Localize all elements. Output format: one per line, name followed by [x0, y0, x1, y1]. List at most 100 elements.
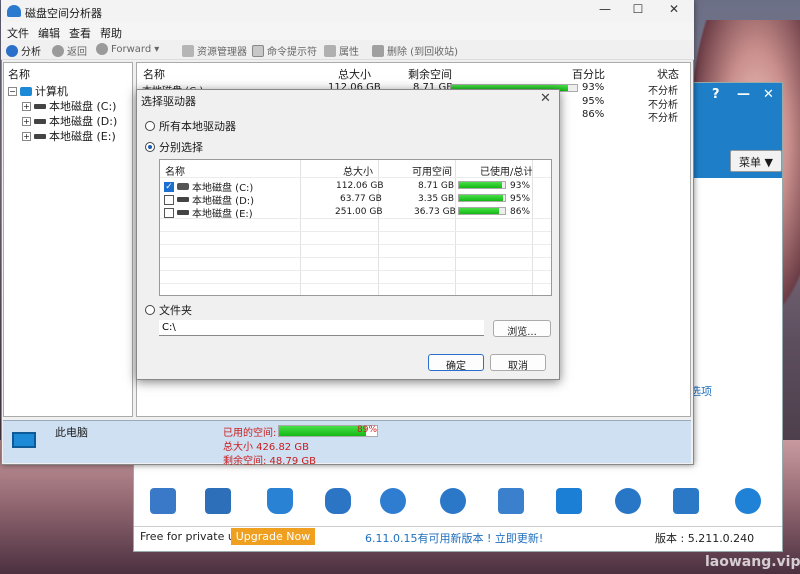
checkbox-checked[interactable]: ✓ — [164, 181, 174, 192]
drive-percent: 93% — [510, 181, 531, 191]
forward-button[interactable]: Forward ▾ — [96, 43, 159, 55]
delete-button[interactable]: 删除 (到回收站) — [372, 43, 458, 58]
row-divider — [160, 270, 551, 271]
monitor-icon — [12, 432, 36, 448]
dcol-used[interactable]: 已使用/总计 — [480, 163, 533, 178]
privacy-icon[interactable] — [325, 488, 351, 514]
title-bar — [1, 0, 694, 22]
back-button[interactable]: 返回 — [52, 43, 87, 58]
drive-name: 本地磁盘 (E:) — [192, 209, 253, 220]
analyze-icon — [6, 44, 18, 57]
drive-icon — [177, 197, 189, 202]
minimize-icon[interactable]: — — [737, 87, 750, 102]
tree-root-label: 计算机 — [35, 85, 68, 98]
analyze-label: 分析 — [21, 47, 41, 58]
drive-used-bar — [458, 207, 506, 215]
update-link[interactable]: 6.11.0.15有可用新版本 ! 立即更新! — [365, 530, 543, 546]
drive-used-bar — [458, 181, 506, 189]
registry-icon[interactable] — [205, 488, 231, 514]
menu-button[interactable]: 菜单 ▼ — [730, 150, 782, 172]
forward-arrow-icon — [96, 43, 108, 55]
tree-item-drive-e[interactable]: + 本地磁盘 (E:) — [22, 128, 116, 144]
maximize-button[interactable]: ☐ — [628, 2, 648, 20]
trash-icon — [372, 44, 384, 57]
menu-file[interactable]: 文件 — [7, 25, 29, 41]
cancel-button[interactable]: 取消 — [490, 354, 546, 372]
radio-circle[interactable] — [145, 305, 155, 315]
radio-all-drives[interactable]: 所有本地驱动器 — [145, 118, 236, 134]
expand-up-icon[interactable] — [735, 488, 761, 514]
col-status[interactable]: 状态 — [657, 66, 679, 82]
drive-icon — [34, 118, 46, 124]
tree-drive-label: 本地磁盘 (E:) — [49, 130, 116, 143]
list-row-status: 不分析 — [648, 113, 678, 124]
properties-label: 属性 — [339, 47, 359, 58]
cleaner-icon[interactable] — [267, 488, 293, 514]
disk-analyzer-icon[interactable] — [380, 488, 406, 514]
radio-folder[interactable]: 文件夹 — [145, 302, 192, 318]
radio-circle[interactable] — [145, 121, 155, 131]
tree-header: 名称 — [8, 68, 30, 81]
radio-select-drives[interactable]: 分别选择 — [145, 139, 203, 155]
chevron-down-icon[interactable]: ▾ — [154, 44, 159, 55]
expand-icon[interactable]: + — [22, 116, 31, 126]
analyze-button[interactable]: 分析 — [6, 43, 41, 58]
drive-used-bar — [458, 194, 506, 202]
drive-icon — [34, 133, 46, 139]
row-divider — [160, 283, 551, 284]
col-total[interactable]: 总大小 — [338, 66, 371, 82]
browse-button[interactable]: 浏览... — [493, 320, 551, 338]
checkbox[interactable] — [164, 207, 174, 218]
planet-icon[interactable] — [615, 488, 641, 514]
tree-item-drive-d[interactable]: + 本地磁盘 (D:) — [22, 113, 117, 129]
list-row-status: 不分析 — [648, 86, 678, 97]
help-icon[interactable]: ? — [712, 87, 720, 102]
terminal-icon — [252, 44, 264, 57]
dcol-name[interactable]: 名称 — [165, 163, 185, 178]
radio-circle[interactable] — [145, 142, 155, 152]
used-space-label: 已用的空间: — [223, 428, 277, 439]
dialog-close-button[interactable]: ✕ — [540, 91, 551, 106]
column-divider — [455, 160, 456, 295]
expand-icon[interactable]: + — [22, 101, 31, 111]
collapse-icon[interactable]: − — [8, 86, 17, 96]
ok-button[interactable]: 确定 — [428, 354, 484, 372]
drive-row-e[interactable]: 本地磁盘 (E:) — [164, 205, 253, 220]
menu-view[interactable]: 查看 — [69, 25, 91, 41]
tree-item-computer[interactable]: − 计算机 — [8, 83, 68, 99]
checkbox[interactable] — [164, 194, 174, 205]
explorer-button[interactable]: 资源管理器 — [182, 43, 247, 58]
menu-edit[interactable]: 编辑 — [38, 25, 60, 41]
properties-button[interactable]: 属性 — [324, 43, 359, 58]
close-icon[interactable]: ✕ — [763, 87, 774, 102]
used-space-percent: 89% — [357, 425, 378, 435]
recycle-bin-icon[interactable] — [498, 488, 524, 514]
dcol-total[interactable]: 总大小 — [343, 163, 373, 178]
watermark: laowang.vip — [705, 554, 800, 570]
row-divider — [160, 244, 551, 245]
back-label: 返回 — [67, 47, 87, 58]
drive-free: 8.71 GB — [418, 181, 455, 191]
cmd-button[interactable]: 命令提示符 — [252, 43, 317, 58]
expand-icon[interactable]: + — [22, 131, 31, 141]
shield-icon[interactable] — [673, 488, 699, 514]
drive-icon — [177, 183, 189, 190]
column-divider — [532, 160, 533, 295]
scan-icon[interactable] — [150, 488, 176, 514]
col-percent[interactable]: 百分比 — [572, 66, 605, 82]
settings-icon[interactable] — [440, 488, 466, 514]
col-free[interactable]: 剩余空间 — [408, 66, 452, 82]
explorer-icon — [182, 44, 194, 57]
folder-path-input[interactable] — [159, 320, 484, 336]
menu-help[interactable]: 帮助 — [100, 25, 122, 41]
tree-item-drive-c[interactable]: + 本地磁盘 (C:) — [22, 98, 116, 114]
row-divider — [160, 231, 551, 232]
col-name[interactable]: 名称 — [143, 66, 165, 82]
dcol-free[interactable]: 可用空间 — [412, 163, 452, 178]
close-button[interactable]: ✕ — [664, 2, 684, 20]
upgrade-button[interactable]: Upgrade Now — [231, 528, 315, 545]
drive-percent: 86% — [510, 207, 531, 217]
minimize-button[interactable]: — — [595, 2, 615, 20]
app-icon — [7, 5, 21, 17]
upload-icon[interactable] — [556, 488, 582, 514]
